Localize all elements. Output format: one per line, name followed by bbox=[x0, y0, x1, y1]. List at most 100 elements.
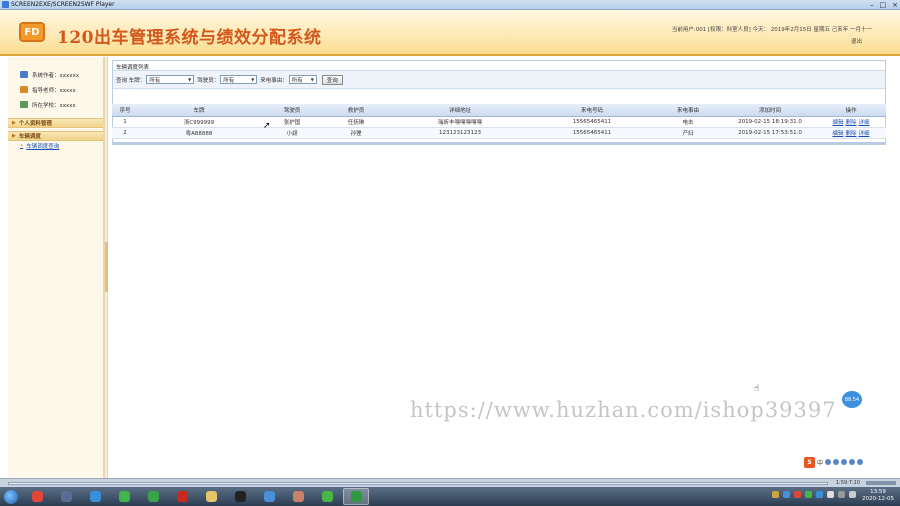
sidebar-info-author: 系统作者：xxxxxx bbox=[20, 67, 103, 82]
event-filter-label: 来电事由： bbox=[260, 77, 288, 84]
sidebar: 系统作者：xxxxxx 指导老师：xxxxx 所在学校：xxxxx ▶ 个人资料… bbox=[8, 57, 104, 478]
edit-link[interactable]: 编辑 bbox=[832, 120, 843, 126]
system-tray bbox=[772, 491, 856, 498]
author-label: 系统作者：xxxxxx bbox=[32, 72, 80, 79]
chart-app[interactable] bbox=[140, 488, 166, 505]
sogou-logo-icon[interactable]: S bbox=[804, 456, 815, 468]
sidebar-menu: ▶ 个人资料管理 ▶ 车辆调度 • 车辆调度查询 bbox=[8, 118, 103, 151]
table-row: 2 粤A88888 小翃 孙狸 123123123123 15565465411… bbox=[112, 127, 886, 139]
plate-select[interactable]: 所有 ▼ bbox=[146, 75, 195, 84]
tray-icon[interactable] bbox=[827, 491, 834, 498]
volume-icon[interactable] bbox=[849, 491, 856, 498]
window-controls: – □ × bbox=[870, 1, 898, 9]
minimize-button[interactable]: – bbox=[870, 1, 874, 9]
col-header-address: 详细地址 bbox=[388, 104, 532, 117]
tray-icon[interactable] bbox=[794, 491, 801, 498]
filter-bar: 查询 车牌： 所有 ▼ 驾驶员： 所有 ▼ 来电事由： 所有 ▼ 查询 bbox=[113, 71, 885, 89]
sidebar-info-school: 所在学校：xxxxx bbox=[20, 97, 103, 112]
avatar-icon bbox=[292, 491, 304, 502]
table-row: 1 浙C999999 张护国 任抚琳 瑞昕丰嘿嘿嘿嘿嘿 15565465411 … bbox=[112, 116, 886, 128]
sidebar-item-dispatch-query[interactable]: • 车辆调度查询 bbox=[8, 141, 103, 151]
detail-link[interactable]: 详细 bbox=[859, 131, 870, 137]
hand-cursor-icon: ☝ bbox=[754, 384, 760, 394]
volume-slider[interactable] bbox=[866, 481, 896, 485]
float-ball[interactable]: 88.54 bbox=[842, 391, 862, 408]
explorer-app[interactable] bbox=[82, 488, 108, 505]
delete-link[interactable]: 删除 bbox=[845, 120, 856, 126]
splitter-grip[interactable] bbox=[105, 242, 108, 292]
network-icon[interactable] bbox=[838, 491, 845, 498]
avatar-app[interactable] bbox=[285, 488, 311, 505]
tray-icon[interactable] bbox=[805, 491, 812, 498]
close-button[interactable]: × bbox=[892, 1, 898, 9]
ime-mode[interactable]: 中 bbox=[817, 458, 823, 467]
player-app-icon bbox=[2, 1, 9, 8]
cell-time: 2019-02-15 18:19:31.0 bbox=[724, 116, 816, 128]
player-title: SCREEN2EXE/SCREEN2SWF Player bbox=[11, 1, 115, 8]
cell-index: 1 bbox=[112, 116, 138, 128]
chrome-app[interactable] bbox=[24, 488, 50, 505]
ime-tools-icon[interactable] bbox=[857, 459, 864, 465]
clock-time: 13:59 bbox=[870, 489, 886, 495]
tray-icon[interactable] bbox=[772, 491, 779, 498]
start-button[interactable] bbox=[4, 489, 18, 504]
ball-icon bbox=[263, 491, 275, 502]
taskbar-clock[interactable]: 13:59 2020-12-05 bbox=[862, 489, 894, 503]
sidebar-splitter[interactable] bbox=[104, 57, 108, 478]
sidebar-group-dispatch[interactable]: ▶ 车辆调度 bbox=[8, 131, 103, 141]
author-icon bbox=[20, 71, 28, 78]
flash-app[interactable] bbox=[169, 488, 195, 505]
maximize-button[interactable]: □ bbox=[880, 1, 887, 9]
ime-punct-icon[interactable] bbox=[825, 459, 832, 465]
qq-icon bbox=[234, 491, 246, 502]
taskbar: 13:59 2020-12-05 bbox=[0, 487, 900, 506]
detail-link[interactable]: 详细 bbox=[859, 120, 870, 126]
col-header-actions: 操作 bbox=[816, 104, 886, 117]
player-app[interactable] bbox=[343, 488, 369, 505]
mouse-cursor-icon: ➚ bbox=[263, 121, 271, 131]
ball-app[interactable] bbox=[256, 488, 282, 505]
seek-track[interactable] bbox=[8, 482, 828, 485]
teacher-label: 指导老师：xxxxx bbox=[32, 87, 76, 94]
panel-title: 车辆调度列表 bbox=[113, 61, 885, 71]
driver-select[interactable]: 所有 ▼ bbox=[220, 75, 258, 84]
sidebar-info: 系统作者：xxxxxx 指导老师：xxxxx 所在学校：xxxxx bbox=[8, 57, 103, 112]
chevron-down-icon: ▼ bbox=[251, 77, 255, 82]
ime-voice-icon[interactable] bbox=[833, 459, 840, 465]
plate-select-value: 所有 bbox=[149, 77, 161, 84]
cell-medic: 孙狸 bbox=[324, 127, 388, 139]
col-header-time: 添加时间 bbox=[724, 104, 816, 117]
cell-plate: 粤A88888 bbox=[138, 127, 260, 139]
cell-time: 2019-02-15 17:53:51.0 bbox=[724, 127, 816, 139]
chart-icon bbox=[147, 491, 159, 502]
edit-link[interactable]: 编辑 bbox=[832, 131, 843, 137]
driver-filter-label: 驾驶员： bbox=[197, 77, 220, 84]
ime-keyboard-icon[interactable] bbox=[841, 459, 848, 465]
school-label: 所在学校：xxxxx bbox=[32, 102, 76, 109]
chrome-icon bbox=[31, 491, 43, 502]
tray-icon[interactable] bbox=[783, 491, 790, 498]
sidebar-info-teacher: 指导老师：xxxxx bbox=[20, 82, 103, 97]
dispatch-table: 序号 车牌 驾驶员 救护员 详细地址 来电号码 来电事由 添加时间 操作 1 浙… bbox=[112, 104, 886, 139]
ie-app[interactable] bbox=[111, 488, 137, 505]
folder-app[interactable] bbox=[198, 488, 224, 505]
event-select[interactable]: 所有 ▼ bbox=[288, 75, 317, 84]
clock-date: 2020-12-05 bbox=[862, 496, 894, 502]
expand-arrow-icon: ▶ bbox=[12, 133, 16, 139]
sidebar-group-profile[interactable]: ▶ 个人资料管理 bbox=[8, 118, 103, 128]
cell-address: 瑞昕丰嘿嘿嘿嘿嘿 bbox=[388, 116, 532, 128]
search-button[interactable]: 查询 bbox=[321, 74, 343, 85]
qq-app[interactable] bbox=[227, 488, 253, 505]
ime-toolbar: S 中 bbox=[804, 456, 896, 468]
app-title: 120出车管理系统与绩效分配系统 bbox=[57, 28, 322, 48]
tray-icon[interactable] bbox=[816, 491, 823, 498]
media-app[interactable] bbox=[53, 488, 79, 505]
delete-link[interactable]: 删除 bbox=[845, 131, 856, 137]
sidebar-item-label: 车辆调度查询 bbox=[26, 144, 60, 150]
wechat-app[interactable] bbox=[314, 488, 340, 505]
logout-link[interactable]: 退出 bbox=[851, 37, 862, 45]
folder-icon bbox=[205, 491, 217, 502]
ime-skin-icon[interactable] bbox=[849, 459, 856, 465]
table-bottom-border bbox=[112, 142, 886, 145]
user-info: 当前用户:001 [权限：科室人员] 今天： 2019年2月15日 星期五 己亥… bbox=[671, 27, 872, 33]
